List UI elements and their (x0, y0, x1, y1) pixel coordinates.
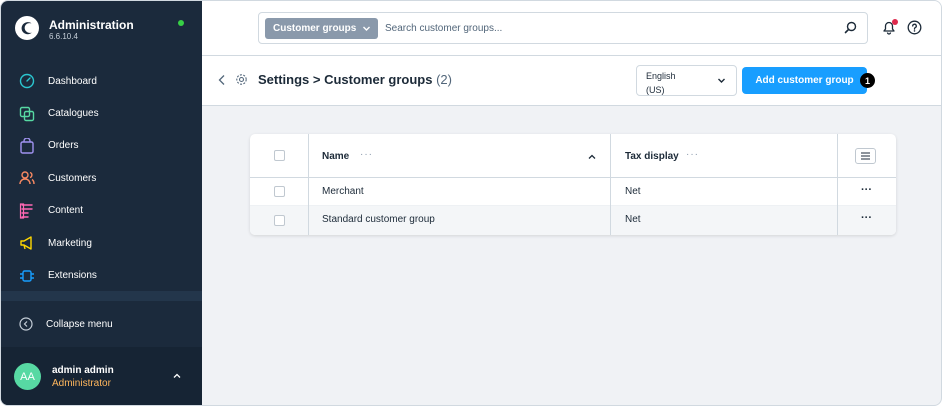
row-actions-button[interactable]: ··· (861, 184, 872, 196)
column-divider (610, 134, 611, 235)
row-actions-button[interactable]: ··· (861, 212, 872, 224)
column-divider (837, 134, 838, 235)
sidebar-item-customers[interactable]: Customers (1, 162, 202, 194)
customer-groups-table: Name ··· Tax display ··· Merchant Net ··… (250, 134, 896, 235)
sidebar-item-label: Orders (48, 140, 79, 152)
search-type-selector[interactable]: Customer groups (265, 18, 378, 39)
cell-name[interactable]: Merchant (322, 186, 364, 197)
sidebar-item-label: Marketing (48, 237, 92, 249)
table-row[interactable]: Standard customer group Net ··· (250, 206, 896, 235)
sidebar-item-label: Content (48, 205, 84, 217)
sidebar-item-label: Customers (48, 172, 97, 184)
orders-icon (20, 137, 34, 154)
marketing-icon (20, 236, 32, 250)
table-header: Name ··· Tax display ··· (250, 134, 896, 178)
sort-ascending-icon[interactable] (588, 153, 596, 161)
list-icon (861, 152, 870, 160)
cell-name[interactable]: Standard customer group (322, 214, 435, 225)
app-version: 6.6.10.4 (49, 32, 78, 41)
global-search: Customer groups (258, 12, 868, 44)
user-role: Administrator (52, 378, 111, 389)
cell-tax-display: Net (625, 186, 641, 197)
shopware-logo-icon (15, 16, 39, 40)
row-checkbox[interactable] (274, 215, 285, 226)
search-type-label: Customer groups (273, 23, 357, 34)
sidebar-item-catalogues[interactable]: Catalogues (1, 97, 202, 129)
sidebar-item-label: Extensions (48, 270, 97, 282)
user-name: admin admin (52, 365, 114, 376)
page-title: Settings > Customer groups (2) (258, 72, 452, 87)
smart-bar: Settings > Customer groups (2) English (… (202, 56, 941, 106)
sidebar-item-dashboard[interactable]: Dashboard (1, 65, 202, 97)
column-header-name[interactable]: Name (322, 151, 349, 162)
customers-icon (19, 171, 35, 185)
gear-icon (236, 74, 247, 85)
app-title: Administration (49, 18, 134, 32)
avatar: AA (14, 363, 41, 390)
chevron-up-icon[interactable] (172, 371, 182, 381)
column-divider (308, 134, 309, 235)
sidebar-item-label: Catalogues (48, 108, 99, 120)
search-input[interactable] (385, 18, 825, 39)
back-arrow-icon[interactable] (217, 74, 227, 86)
add-customer-group-button[interactable]: Add customer group (742, 67, 867, 94)
collapse-menu-label: Collapse menu (46, 318, 113, 330)
extensions-icon (20, 269, 34, 282)
language-switch[interactable]: English (US) (636, 65, 737, 96)
catalogue-icon (19, 106, 35, 121)
column-tax-display-options[interactable]: ··· (686, 149, 699, 160)
app-window: Administration 6.6.10.4 Dashboard Catalo… (0, 0, 942, 406)
column-header-tax-display[interactable]: Tax display (625, 151, 679, 162)
page-title-text: Settings > Customer groups (258, 72, 433, 87)
callout-badge: 1 (860, 73, 875, 88)
column-name-options[interactable]: ··· (360, 149, 373, 160)
row-checkbox[interactable] (274, 186, 285, 197)
main-nav: Dashboard Catalogues Orders Customers Co… (1, 65, 202, 292)
status-online-dot (178, 20, 184, 26)
sidebar: Administration 6.6.10.4 Dashboard Catalo… (1, 1, 202, 405)
chevron-down-icon (363, 26, 371, 31)
notification-badge (892, 19, 898, 25)
chevron-down-icon (718, 78, 725, 83)
brand: Administration 6.6.10.4 (1, 1, 202, 56)
language-label-line2: (US) (646, 85, 665, 95)
sidebar-item-extensions[interactable]: Extensions (1, 259, 202, 291)
sidebar-item-label: Dashboard (48, 75, 97, 87)
table-row[interactable]: Merchant Net ··· (250, 178, 896, 206)
content-icon (19, 203, 33, 219)
cell-tax-display: Net (625, 214, 641, 225)
collapse-icon (19, 317, 33, 331)
sidebar-item-content[interactable]: Content (1, 195, 202, 227)
search-icon[interactable] (844, 21, 857, 34)
page-title-count: (2) (436, 72, 452, 87)
help-icon[interactable] (907, 20, 922, 35)
dashboard-icon (19, 73, 35, 89)
column-settings-button[interactable] (855, 148, 876, 164)
sidebar-item-marketing[interactable]: Marketing (1, 227, 202, 259)
select-all-checkbox[interactable] (274, 150, 285, 161)
user-menu[interactable]: AA admin admin Administrator (1, 347, 202, 405)
top-bar: Customer groups (202, 1, 941, 56)
collapse-menu-button[interactable]: Collapse menu (1, 301, 202, 347)
sidebar-item-orders[interactable]: Orders (1, 130, 202, 162)
sidebar-overflow-divider (1, 291, 202, 301)
